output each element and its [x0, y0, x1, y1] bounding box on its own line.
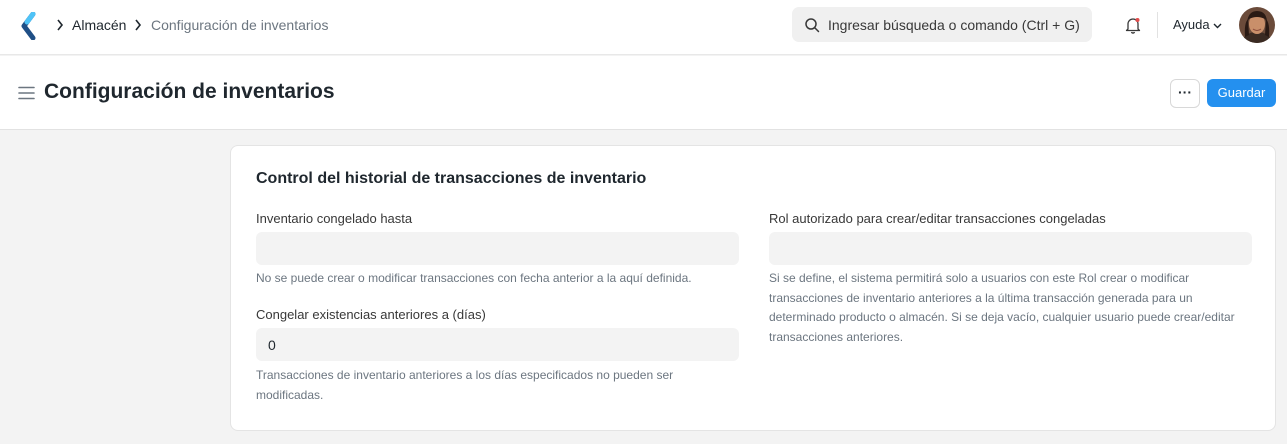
section-title: Control del historial de transacciones d…: [256, 170, 647, 187]
field-label-stock-frozen-upto: Inventario congelado hasta: [256, 211, 413, 226]
hamburger-icon[interactable]: [18, 86, 35, 100]
save-button[interactable]: Guardar: [1207, 79, 1276, 107]
app-logo-icon[interactable]: [20, 12, 40, 40]
page-title: Configuración de inventarios: [44, 80, 335, 103]
search-icon: [805, 18, 820, 33]
navbar: Almacén Configuración de inventarios Ing…: [0, 0, 1287, 55]
chevron-right-icon: [135, 19, 142, 31]
bell-icon[interactable]: [1123, 15, 1143, 35]
avatar-image: [1239, 7, 1275, 43]
search-placeholder: Ingresar búsqueda o comando (Ctrl + G): [828, 17, 1080, 33]
field-label-frozen-role: Rol autorizado para crear/editar transac…: [769, 211, 1106, 226]
navbar-divider: [1157, 12, 1158, 38]
breadcrumb-item-almacen[interactable]: Almacén: [72, 17, 126, 33]
field-label-freeze-days: Congelar existencias anteriores a (días): [256, 307, 486, 322]
field-description-stock-frozen-upto: No se puede crear o modificar transaccio…: [256, 271, 692, 285]
page-header: Configuración de inventarios ··· Guardar: [0, 56, 1287, 130]
breadcrumb-item-current[interactable]: Configuración de inventarios: [151, 17, 328, 33]
chevron-down-icon[interactable]: [1212, 20, 1223, 31]
more-actions-button[interactable]: ···: [1170, 79, 1200, 108]
stock-frozen-upto-input[interactable]: [256, 232, 739, 265]
avatar[interactable]: [1239, 7, 1275, 43]
chevron-right-icon: [57, 19, 64, 31]
field-description-freeze-days: Transacciones de inventario anteriores a…: [256, 368, 674, 402]
field-description-frozen-role: Si se define, el sistema permitirá solo …: [769, 271, 1235, 344]
frozen-role-input[interactable]: [769, 232, 1252, 265]
settings-card: Control del historial de transacciones d…: [230, 145, 1276, 431]
search-bar[interactable]: Ingresar búsqueda o comando (Ctrl + G): [792, 7, 1092, 42]
freeze-days-input[interactable]: 0: [256, 328, 739, 361]
help-dropdown[interactable]: Ayuda: [1173, 17, 1210, 32]
more-actions-label: ···: [1178, 84, 1192, 100]
